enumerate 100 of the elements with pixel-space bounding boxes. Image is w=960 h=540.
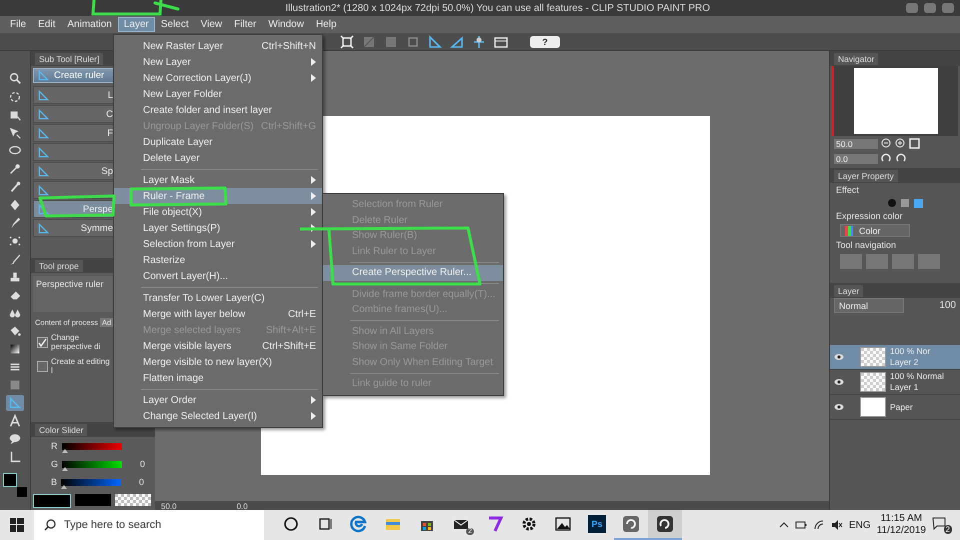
menu-item[interactable]: Merge visible layers Ctrl+Shift+E (114, 338, 322, 354)
menu-item[interactable]: Flatten image (114, 370, 322, 386)
speaker-muted-icon[interactable] (831, 519, 844, 531)
menu-item[interactable]: Layer Settings(P) (114, 220, 322, 236)
section-label: Expression color (835, 210, 904, 223)
transparent-swatch[interactable] (115, 494, 151, 506)
search-field[interactable]: Type here to search (34, 510, 264, 540)
battery-icon[interactable] (795, 519, 808, 531)
fit-icon[interactable] (909, 138, 920, 149)
chevron-up-icon[interactable] (779, 520, 790, 530)
menu-item[interactable]: Selection from Layer (114, 236, 322, 252)
sub-tool-item[interactable]: C (33, 105, 115, 123)
navigator-preview[interactable] (832, 66, 958, 136)
snap-special-ruler-icon[interactable] (450, 34, 464, 48)
main-color-swatch[interactable] (3, 473, 17, 487)
rotate-icon (8, 90, 22, 104)
menu-bar-item[interactable]: Layer (118, 17, 155, 32)
layer-label: 100 % Normal Layer 1 (890, 371, 944, 393)
triangle-ruler-icon (38, 108, 49, 120)
color-swatch[interactable] (75, 494, 111, 506)
rotate-right-icon[interactable] (895, 153, 906, 164)
layout-icon[interactable] (494, 34, 508, 48)
slider-thumb[interactable] (62, 448, 68, 452)
sub-tool-item[interactable]: Sp (33, 162, 115, 180)
eye-icon[interactable] (834, 378, 844, 386)
transform-icon[interactable] (340, 34, 354, 48)
checkbox[interactable] (37, 336, 48, 348)
zoom-out-icon[interactable] (881, 138, 892, 149)
slider-thumb[interactable] (61, 484, 68, 488)
triangle-ruler-icon (38, 146, 49, 158)
panel-tab[interactable]: Tool prope (35, 260, 83, 272)
layer-row[interactable]: 100 % Nor Layer 2 (830, 345, 960, 370)
expression-color-dropdown[interactable]: Color (840, 224, 910, 237)
color-swatch[interactable] (33, 494, 71, 508)
layer-row[interactable]: Paper (830, 395, 960, 420)
language-indicator[interactable]: ENG (849, 520, 871, 530)
swirl-icon (622, 515, 640, 533)
opacity-value[interactable]: 100 (939, 300, 956, 311)
slider-thumb[interactable] (62, 466, 68, 470)
pen-stroke-icon (486, 515, 504, 533)
checkbox-label: Create at editing l (51, 357, 111, 375)
panel-tab[interactable]: Layer (834, 284, 864, 296)
menu-bar-item[interactable]: Animation (61, 17, 118, 32)
effect-icons-drawing[interactable] (886, 197, 926, 209)
triangle-ruler-icon (38, 166, 49, 176)
rotate-left-icon[interactable] (881, 153, 892, 164)
angle-value[interactable]: 0.0 (834, 154, 878, 164)
menu-item[interactable]: Create folder and insert layer (114, 102, 322, 118)
notification-button[interactable]: 2 (932, 516, 952, 534)
layer-row[interactable]: 100 % Normal Layer 1 (830, 370, 960, 395)
panel-tab[interactable]: Layer Property (834, 170, 898, 182)
menu-item[interactable]: Rasterize (114, 252, 322, 268)
landscape-icon (554, 515, 572, 533)
triangle-ruler-icon (38, 184, 49, 196)
menu-bar-item[interactable]: Edit (32, 17, 62, 32)
menu-item[interactable]: Create Perspective Ruler... (323, 265, 503, 280)
checkbox[interactable] (37, 360, 48, 372)
menu-item[interactable]: New Raster Layer Ctrl+Shift+N (114, 38, 322, 54)
menu-item[interactable]: File object(X) (114, 204, 322, 220)
sub-tool-item[interactable]: L (33, 86, 115, 104)
menu-bar-item[interactable]: Help (310, 17, 343, 32)
wifi-icon[interactable] (813, 519, 826, 531)
blend-mode-dropdown[interactable]: Normal (834, 298, 904, 313)
menu-bar-item[interactable]: Filter (228, 17, 262, 32)
menu-item[interactable]: New Layer (114, 54, 322, 70)
sub-color-swatch[interactable] (17, 487, 27, 497)
sub-tool-item[interactable]: F (33, 124, 115, 142)
eye-icon[interactable] (834, 353, 844, 361)
sub-tool-item[interactable] (33, 143, 115, 161)
zoom-in-icon[interactable] (895, 138, 906, 149)
menu-item[interactable]: Merge visible to new layer(X) (114, 354, 322, 370)
menu-bar-item[interactable]: Select (154, 17, 195, 32)
layer-label: 100 % Nor Layer 2 (890, 346, 930, 368)
menu-bar-item[interactable]: Window (262, 17, 310, 32)
swirl-icon (656, 515, 674, 533)
sub-tool-item[interactable]: Symme (33, 219, 115, 237)
clock[interactable]: 11:15 AM 11/12/2019 (876, 513, 926, 537)
eyedropper-icon (8, 180, 22, 194)
panel-tab[interactable]: Navigator (834, 52, 878, 64)
bucket-icon (8, 324, 22, 338)
menu-item[interactable]: Delete Layer (114, 150, 322, 166)
stamp-icon (8, 270, 22, 284)
menu-bar-item[interactable]: View (194, 17, 228, 32)
menu-item[interactable]: Change Selected Layer(I) (114, 408, 322, 424)
taskbar-app[interactable] (648, 510, 682, 540)
taskbar-app[interactable]: Ps (580, 510, 614, 540)
menu-item[interactable]: Layer Order (114, 392, 322, 408)
zoom-value: 50.0 (161, 502, 177, 510)
arrows-icon (8, 126, 22, 140)
snap-ruler-icon[interactable] (428, 34, 442, 48)
menu-item[interactable]: New Layer Folder (114, 86, 322, 102)
help-button[interactable]: ? (530, 36, 560, 48)
ps-icon: Ps (588, 515, 606, 533)
panel-tab[interactable]: Color Slider (35, 424, 88, 436)
panel-tab[interactable]: Sub Tool [Ruler] (35, 52, 104, 64)
windows-logo-icon[interactable] (10, 518, 24, 532)
eye-icon[interactable] (834, 403, 844, 411)
menu-bar-item[interactable]: File (4, 17, 32, 32)
zoom-value[interactable]: 50.0 (834, 138, 878, 148)
menu-item[interactable]: Duplicate Layer (114, 134, 322, 150)
